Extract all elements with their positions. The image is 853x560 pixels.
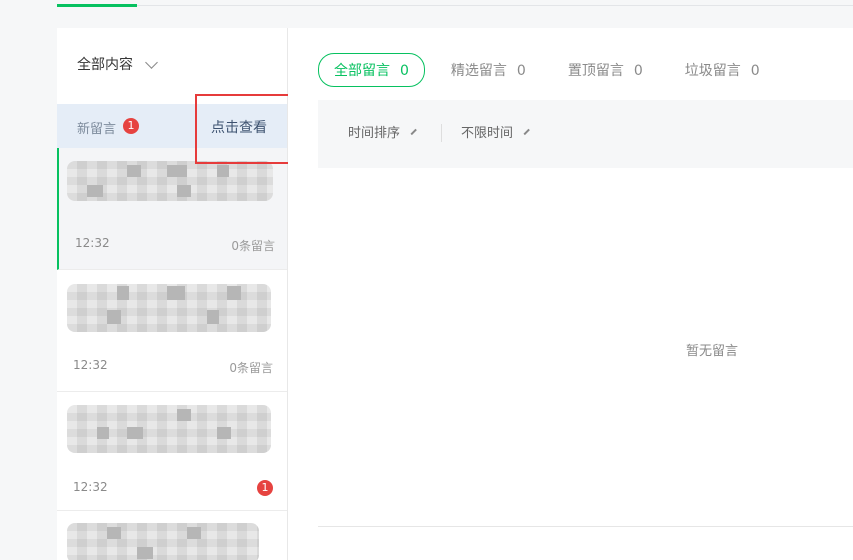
new-message-label: 新留言 [77,122,117,137]
tab-label: 精选留言 [450,63,507,79]
message-tabs: 全部留言 0 精选留言 0 置顶留言 0 垃圾留言 0 [318,53,802,87]
list-item[interactable] [57,511,287,560]
content-filter-dropdown[interactable]: 全部内容 [77,54,158,74]
tab-count: 0 [516,63,526,79]
message-count: 0条留言 [231,239,275,253]
message-time: 12:32 [73,480,108,494]
tab-label: 垃圾留言 [684,63,741,79]
tab-spam-messages[interactable]: 垃圾留言 0 [685,60,760,80]
time-range-label: 不限时间 [461,126,514,141]
message-unread-badge: 1 [257,480,273,496]
divider [441,124,442,142]
list-item[interactable]: 12:32 1 [57,392,287,511]
tab-featured-messages[interactable]: 精选留言 0 [451,60,526,80]
content-filter-label: 全部内容 [77,57,133,73]
blurred-article-title [67,161,273,201]
blurred-article-title [67,405,271,453]
message-time: 12:32 [75,236,110,250]
empty-state-text: 暂无留言 [686,344,739,359]
top-divider [57,5,853,6]
list-item[interactable]: 12:32 0条留言 [57,148,287,270]
message-count: 0条留言 [229,361,273,375]
sort-bar: 时间排序 不限时间 [318,100,853,168]
chevron-down-icon [145,55,158,69]
active-top-tab-indicator [57,4,137,7]
tab-count: 0 [400,63,409,79]
list-item[interactable]: 12:32 0条留言 [57,270,287,392]
edit-icon [523,128,530,135]
time-sort-dropdown[interactable]: 时间排序 [348,122,417,141]
bottom-divider [318,526,853,527]
time-range-dropdown[interactable]: 不限时间 [461,122,530,141]
tab-all-messages[interactable]: 全部留言 0 [318,53,425,87]
tab-count: 0 [633,63,643,79]
time-sort-label: 时间排序 [348,126,401,141]
edit-icon [410,128,417,135]
tab-count: 0 [750,63,760,79]
tab-label: 置顶留言 [567,63,624,79]
blurred-article-title [67,523,259,560]
highlight-annotation [195,94,296,164]
tab-pinned-messages[interactable]: 置顶留言 0 [568,60,643,80]
blurred-article-title [67,284,271,332]
message-time: 12:32 [73,358,108,372]
new-message-badge: 1 [123,118,139,134]
top-strip [0,0,853,28]
tab-label: 全部留言 [334,63,390,79]
message-detail-panel: 全部留言 0 精选留言 0 置顶留言 0 垃圾留言 0 时间排序 不限时间 暂无留言 [288,28,853,560]
